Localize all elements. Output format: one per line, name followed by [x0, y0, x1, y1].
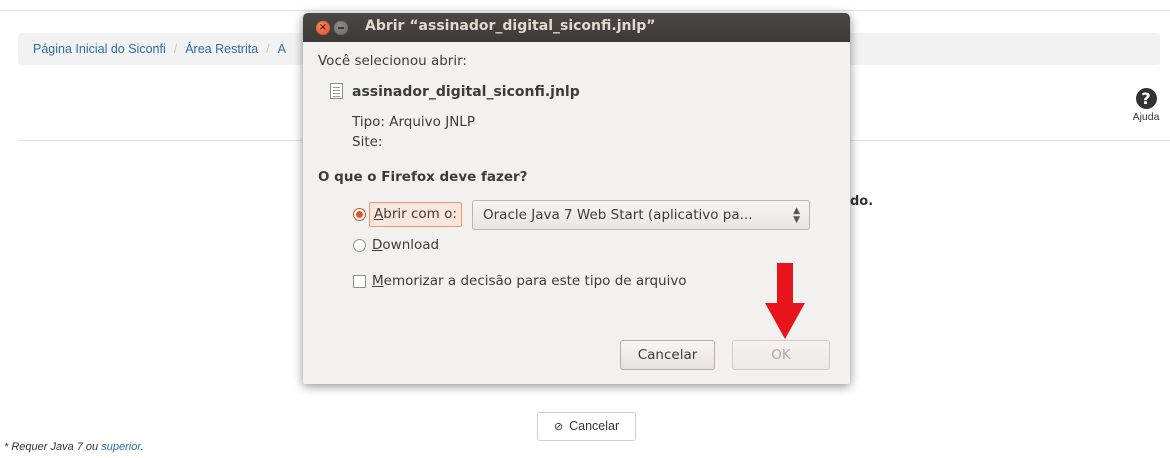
- download-radio[interactable]: [353, 239, 366, 252]
- download-label[interactable]: Download: [372, 237, 439, 253]
- breadcrumb-restricted-area-link[interactable]: Área Restrita: [185, 42, 258, 56]
- minimize-icon[interactable]: [334, 21, 348, 35]
- selected-to-open-label: Você selecionou abrir:: [318, 53, 467, 69]
- breadcrumb-current[interactable]: A: [278, 42, 286, 56]
- top-divider: [0, 10, 1170, 11]
- breadcrumb-separator: /: [173, 42, 178, 56]
- remember-decision-label[interactable]: Memorizar a decisão para este tipo de ar…: [372, 273, 687, 289]
- dialog-titlebar: × Abrir “assinador_digital_siconfi.jnlp”: [303, 13, 850, 42]
- file-name: assinador_digital_siconfi.jnlp: [352, 84, 580, 100]
- help-icon: ?: [1135, 88, 1157, 109]
- requires-java-note: * Requer Java 7 ou superior.: [4, 441, 144, 453]
- open-with-radio[interactable]: [353, 208, 366, 221]
- application-select-value: Oracle Java 7 Web Start (aplicativo pa..…: [483, 207, 753, 223]
- background-text-fragment: do.: [850, 194, 874, 209]
- dialog-cancel-button[interactable]: Cancelar: [620, 340, 715, 370]
- dialog-title: Abrir “assinador_digital_siconfi.jnlp”: [365, 18, 656, 34]
- file-icon: [330, 83, 343, 99]
- close-icon[interactable]: ×: [316, 21, 330, 35]
- superior-link[interactable]: superior: [101, 441, 140, 453]
- dialog-ok-button[interactable]: OK: [732, 340, 830, 370]
- action-question: O que o Firefox deve fazer?: [318, 169, 528, 185]
- file-type-label: Tipo: Arquivo JNLP: [352, 114, 475, 130]
- select-arrows-icon: ▲ ▼: [793, 206, 800, 225]
- breadcrumb-home-link[interactable]: Página Inicial do Siconfi: [33, 42, 166, 56]
- application-select[interactable]: Oracle Java 7 Web Start (aplicativo pa..…: [472, 200, 810, 230]
- page-cancel-label: Cancelar: [569, 419, 620, 433]
- red-arrow-annotation-icon: [765, 263, 805, 339]
- help-button[interactable]: ? Ajuda: [1126, 88, 1166, 123]
- page-cancel-button[interactable]: ⊘ Cancelar: [537, 412, 636, 441]
- breadcrumb-separator: /: [266, 42, 270, 56]
- file-site-label: Site:: [352, 134, 383, 150]
- open-with-label[interactable]: Abrir com o:: [369, 202, 462, 227]
- help-label: Ajuda: [1132, 111, 1160, 123]
- remember-decision-checkbox[interactable]: [353, 275, 366, 288]
- ban-icon: ⊘: [553, 421, 564, 433]
